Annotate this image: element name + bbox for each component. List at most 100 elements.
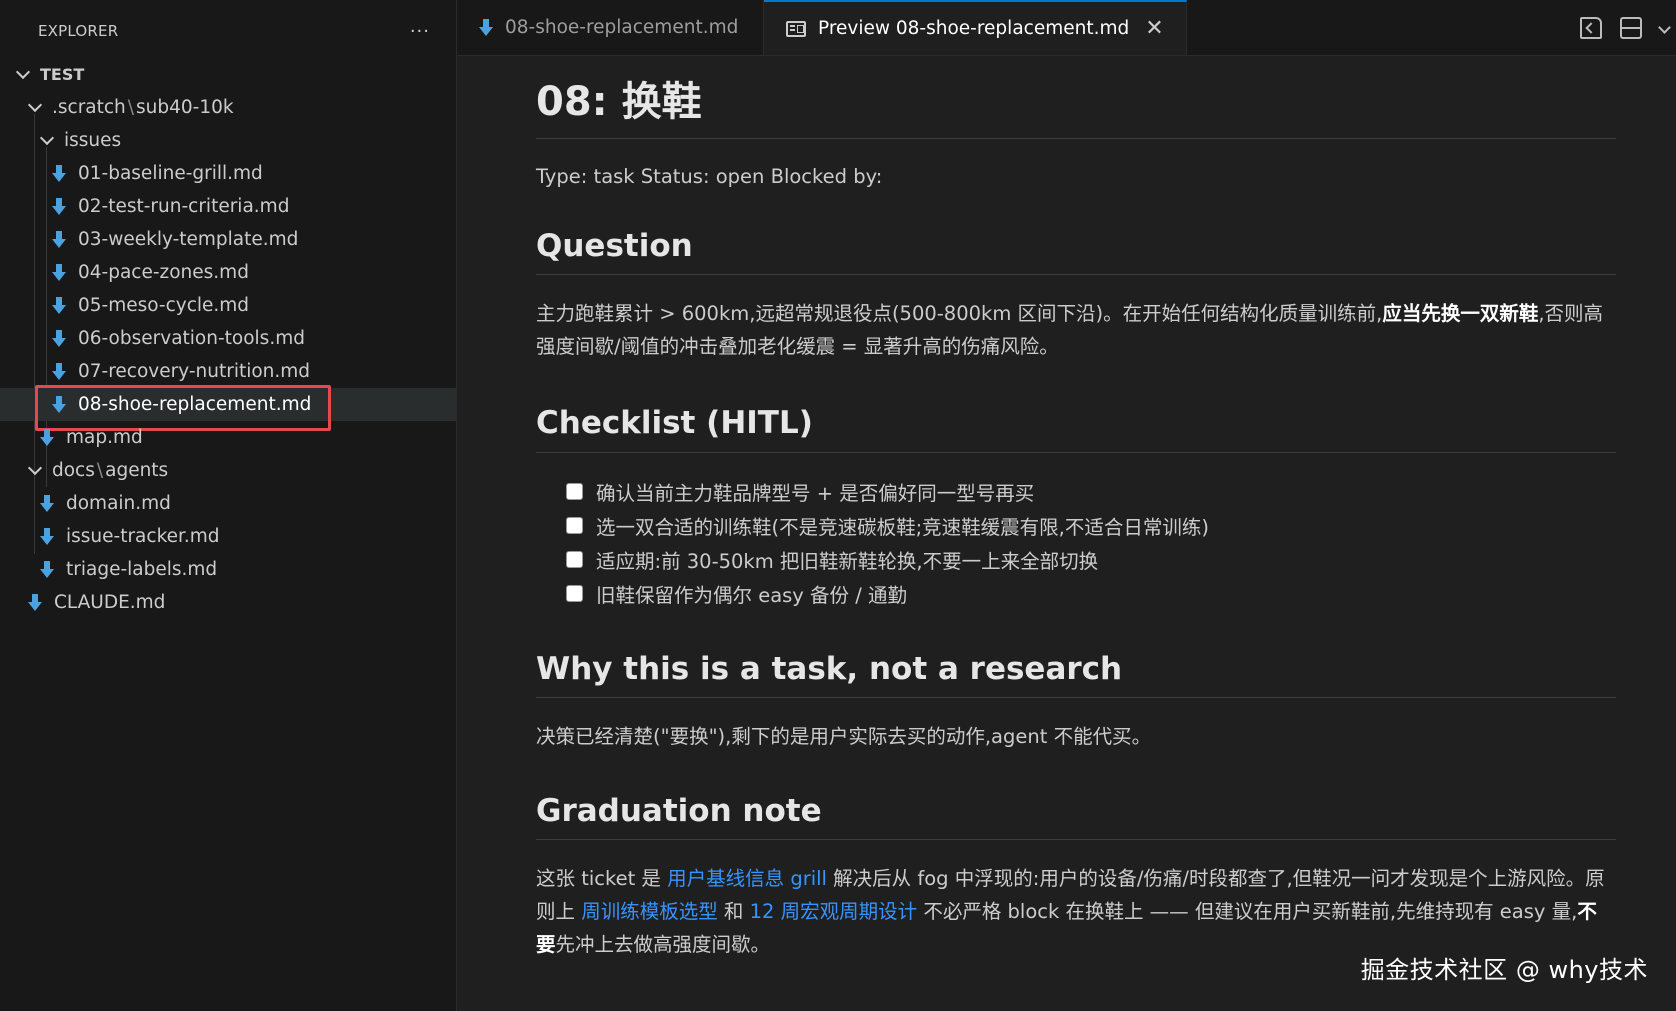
file-item[interactable]: issue-tracker.md <box>0 520 456 553</box>
file-item[interactable]: map.md <box>0 421 456 454</box>
vscode-window: EXPLORER ··· TEST .scratch \ sub40-10k iss… <box>0 0 1676 1011</box>
folder-docs[interactable]: docs \ agents <box>0 454 456 487</box>
markdown-file-icon <box>52 164 66 183</box>
file-label: 04-pace-zones.md <box>78 262 249 283</box>
more-actions-icon[interactable]: ··· <box>410 21 430 42</box>
markdown-file-icon <box>52 329 66 348</box>
close-icon[interactable]: ✕ <box>1145 17 1163 40</box>
markdown-file-icon <box>28 593 42 612</box>
link-meso-cycle[interactable]: 12 周宏观周期设计 <box>750 900 918 923</box>
link-baseline-grill[interactable]: 用户基线信息 grill <box>667 867 827 890</box>
why-paragraph: 决策已经清楚("要换"),剩下的是用户实际去买的动作,agent 不能代买。 <box>536 724 1152 748</box>
markdown-file-icon <box>52 230 66 249</box>
file-label: 08-shoe-replacement.md <box>78 394 312 415</box>
file-item[interactable]: domain.md <box>0 487 456 520</box>
question-text: 主力跑鞋累计 > 600km,远超常规退役点(500-800km 区间下沿)。在… <box>536 302 1383 326</box>
file-label: 03-weekly-template.md <box>78 229 299 250</box>
markdown-file-icon <box>40 428 54 447</box>
editor-area: 08-shoe-replacement.md Preview 08-shoe-r… <box>457 0 1676 1011</box>
graduation-text: 不必严格 block 在换鞋上 —— 但建议在用户买新鞋前,先维持现有 easy… <box>917 900 1578 924</box>
file-label: 07-recovery-nutrition.md <box>78 361 311 382</box>
folder-label: .scratch <box>52 97 126 118</box>
markdown-file-icon <box>52 395 66 414</box>
markdown-file-icon <box>40 560 54 579</box>
file-label: 05-meso-cycle.md <box>78 295 250 316</box>
markdown-preview: 08: 换鞋 Type: task Status: open Blocked b… <box>536 56 1616 961</box>
file-label: triage-labels.md <box>66 559 218 580</box>
explorer-title: EXPLORER <box>38 22 119 40</box>
file-label: CLAUDE.md <box>54 592 166 613</box>
file-item[interactable]: triage-labels.md <box>0 553 456 586</box>
graduation-text: 先冲上去做高强度间歇。 <box>555 933 771 957</box>
checklist-label: 选一双合适的训练鞋(不是竞速碳板鞋;竞速鞋缓震有限,不适合日常训练) <box>596 516 1209 540</box>
chevron-down-icon <box>28 464 42 478</box>
checklist-label: 确认当前主力鞋品牌型号 + 是否偏好同一型号再买 <box>596 482 1035 506</box>
tab-label: Preview 08-shoe-replacement.md <box>818 18 1130 39</box>
folder-label: docs <box>52 460 95 481</box>
doc-title: 08: 换鞋 <box>536 56 1616 139</box>
tab-label: 08-shoe-replacement.md <box>505 17 739 38</box>
checkbox[interactable] <box>566 483 583 501</box>
link-weekly-template[interactable]: 周训练模板选型 <box>581 900 718 923</box>
editor-actions <box>1580 0 1676 56</box>
graduation-text: 和 <box>717 900 750 924</box>
file-item[interactable]: 03-weekly-template.md <box>0 223 456 256</box>
tree-root-test[interactable]: TEST <box>0 58 456 91</box>
chevron-down-icon <box>16 68 30 82</box>
root-folder-label: TEST <box>40 65 85 84</box>
heading-graduation: Graduation note <box>536 791 1616 841</box>
checkbox[interactable] <box>566 585 583 603</box>
file-item[interactable]: 04-pace-zones.md <box>0 256 456 289</box>
folder-label: agents <box>105 460 169 481</box>
file-item[interactable]: 02-test-run-criteria.md <box>0 190 456 223</box>
heading-checklist: Checklist (HITL) <box>536 403 1616 453</box>
graduation-paragraph: 这张 ticket 是 用户基线信息 grill 解决后从 fog 中浮现的:用… <box>536 862 1616 961</box>
chevron-down-icon <box>28 101 42 115</box>
file-label: 01-baseline-grill.md <box>78 163 263 184</box>
checklist-label: 适应期:前 30-50km 把旧鞋新鞋轮换,不要一上来全部切换 <box>596 550 1099 574</box>
markdown-file-icon <box>52 362 66 381</box>
file-tree: TEST .scratch \ sub40-10k issues 01-baseli… <box>0 58 456 619</box>
checkbox[interactable] <box>566 551 583 569</box>
question-bold: 应当先换一双新鞋 <box>1382 302 1539 326</box>
file-label: 02-test-run-criteria.md <box>78 196 290 217</box>
tab-preview[interactable]: Preview 08-shoe-replacement.md ✕ <box>764 0 1187 55</box>
checklist-item: 适应期:前 30-50km 把旧鞋新鞋轮换,不要一上来全部切换 <box>566 543 1616 577</box>
file-item[interactable]: CLAUDE.md <box>0 586 456 619</box>
path-separator: \ <box>96 460 104 481</box>
chevron-down-icon[interactable] <box>1660 17 1670 39</box>
file-item[interactable]: 06-observation-tools.md <box>0 322 456 355</box>
doc-meta: Type: task Status: open Blocked by: <box>536 165 883 188</box>
graduation-text: 这张 ticket 是 <box>536 867 668 891</box>
file-label: map.md <box>66 427 143 448</box>
checklist-item: 旧鞋保留作为偶尔 easy 备份 / 通勤 <box>566 577 1616 611</box>
markdown-file-icon <box>52 197 66 216</box>
open-source-icon[interactable] <box>1580 17 1602 39</box>
markdown-file-icon <box>52 263 66 282</box>
file-item[interactable]: 07-recovery-nutrition.md <box>0 355 456 388</box>
file-item-selected[interactable]: 08-shoe-replacement.md <box>0 388 456 421</box>
folder-scratch[interactable]: .scratch \ sub40-10k <box>0 91 456 124</box>
file-label: domain.md <box>66 493 171 514</box>
markdown-file-icon <box>479 18 493 37</box>
folder-label: sub40-10k <box>136 97 234 118</box>
checklist-item: 确认当前主力鞋品牌型号 + 是否偏好同一型号再买 <box>566 475 1616 509</box>
tab-bar: 08-shoe-replacement.md Preview 08-shoe-r… <box>457 0 1676 56</box>
markdown-file-icon <box>52 296 66 315</box>
tab-source[interactable]: 08-shoe-replacement.md <box>457 0 764 55</box>
checkbox[interactable] <box>566 517 583 535</box>
file-item[interactable]: 05-meso-cycle.md <box>0 289 456 322</box>
file-label: issue-tracker.md <box>66 526 220 547</box>
question-paragraph: 主力跑鞋累计 > 600km,远超常规退役点(500-800km 区间下沿)。在… <box>536 297 1616 363</box>
checklist-label: 旧鞋保留作为偶尔 easy 备份 / 通勤 <box>596 584 908 608</box>
chevron-down-icon <box>40 134 54 148</box>
checklist-item: 选一双合适的训练鞋(不是竞速碳板鞋;竞速鞋缓震有限,不适合日常训练) <box>566 509 1616 543</box>
preview-icon <box>786 20 806 37</box>
heading-why: Why this is a task, not a research <box>536 649 1616 698</box>
file-item[interactable]: 01-baseline-grill.md <box>0 157 456 190</box>
split-editor-icon[interactable] <box>1620 17 1642 39</box>
checklist: 确认当前主力鞋品牌型号 + 是否偏好同一型号再买 选一双合适的训练鞋(不是竞速碳… <box>566 475 1616 611</box>
folder-issues[interactable]: issues <box>0 124 456 157</box>
markdown-file-icon <box>40 527 54 546</box>
explorer-sidebar: EXPLORER ··· TEST .scratch \ sub40-10k iss… <box>0 0 457 1011</box>
